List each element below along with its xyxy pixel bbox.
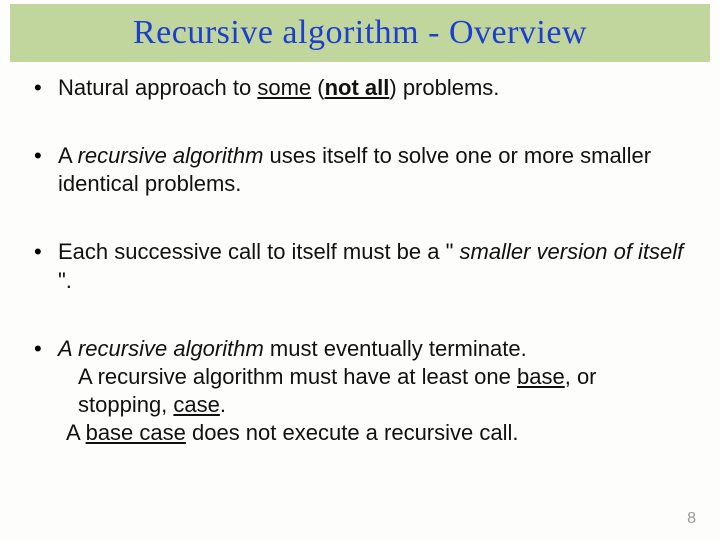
bullet-list: Natural approach to some (not all) probl… [30, 74, 690, 447]
title-band: Recursive algorithm - Overview [10, 4, 710, 62]
text: must eventually terminate. [264, 336, 527, 361]
text: A recursive algorithm must have at least… [78, 364, 517, 389]
slide: Recursive algorithm - Overview Natural a… [0, 4, 720, 540]
bullet-2: A recursive algorithm uses itself to sol… [30, 142, 690, 198]
text-underline: base case [86, 420, 186, 445]
text: does not execute a recursive call. [186, 420, 519, 445]
text-italic: smaller version of itself [460, 239, 684, 264]
bullet-3: Each successive call to itself must be a… [30, 238, 690, 294]
bullet-1: Natural approach to some (not all) probl… [30, 74, 690, 102]
text: A [66, 420, 86, 445]
text: A [58, 143, 78, 168]
text: . [220, 392, 226, 417]
text-bold-underline: not all [325, 75, 390, 100]
slide-content: Natural approach to some (not all) probl… [0, 62, 720, 447]
text: ". [58, 268, 72, 293]
text-italic: recursive algorithm [78, 143, 264, 168]
slide-title: Recursive algorithm - Overview [133, 14, 587, 52]
bullet-4: A recursive algorithm must eventually te… [30, 335, 690, 448]
text: ( [311, 75, 324, 100]
text-underline: base [517, 364, 565, 389]
page-number: 8 [687, 510, 696, 528]
sub-line-1: A recursive algorithm must have at least… [58, 363, 690, 419]
text-underline: case [173, 392, 219, 417]
sub-line-2: A base case does not execute a recursive… [58, 419, 690, 447]
text: Natural approach to [58, 75, 257, 100]
text: ) problems. [389, 75, 499, 100]
text-underline: some [257, 75, 311, 100]
text-italic: A recursive algorithm [58, 336, 264, 361]
text: Each successive call to itself must be a… [58, 239, 460, 264]
